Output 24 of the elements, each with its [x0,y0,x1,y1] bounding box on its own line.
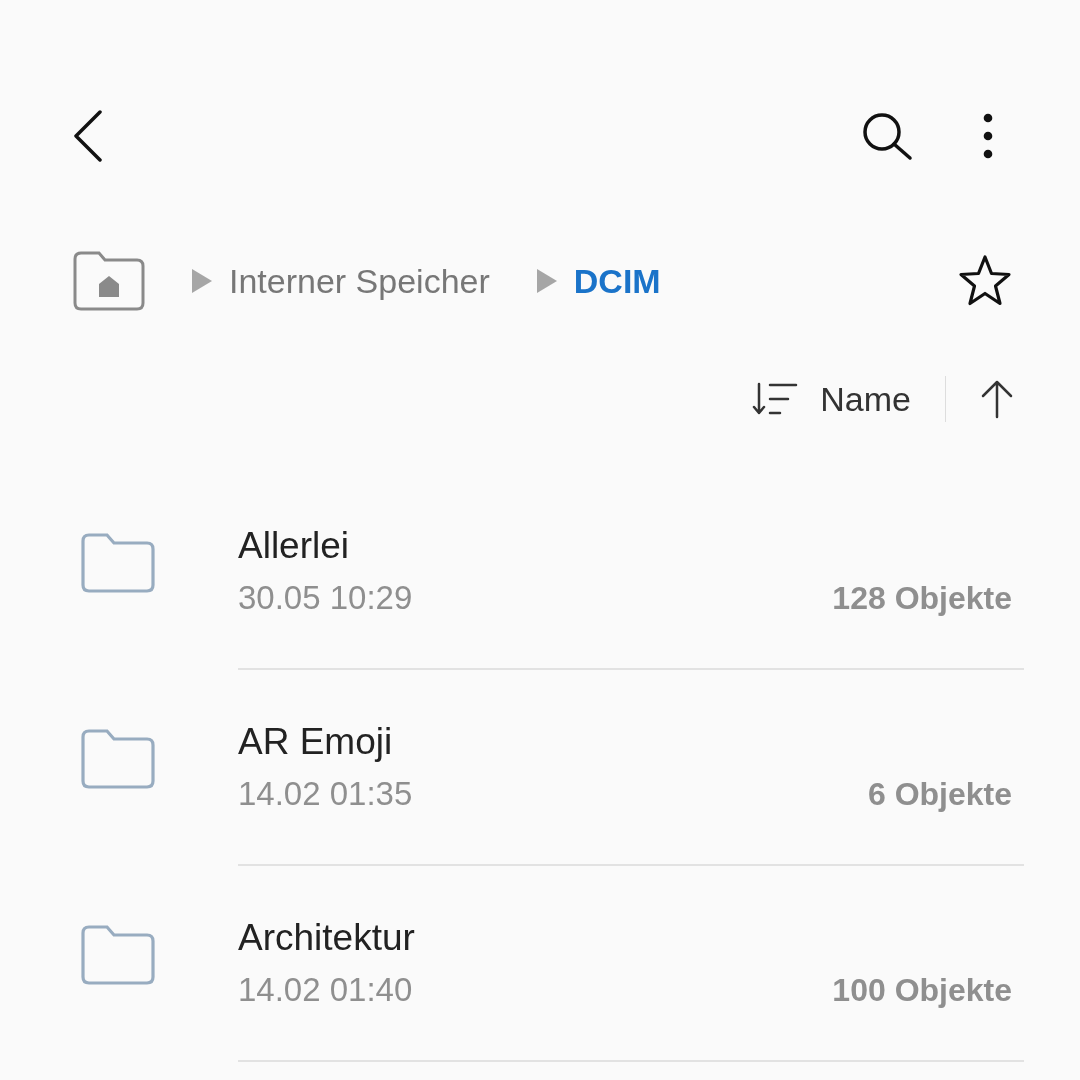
folder-name[interactable]: AR Emoji [238,721,393,762]
sort-icon[interactable] [752,382,799,416]
search-icon[interactable] [861,111,913,161]
folder-date: 14.02 01:40 [238,971,413,1009]
sort-label[interactable]: Name [820,379,911,419]
item-count: 128 Objekte [832,580,1012,617]
folder-icon [81,532,155,594]
star-icon[interactable] [957,254,1013,308]
folder-name[interactable]: Allerlei [238,525,350,566]
folder-icon [81,924,155,986]
breadcrumb-item[interactable]: Interner Speicher [229,261,490,301]
chevron-right-icon [191,268,213,294]
folder-icon [81,728,155,790]
item-count: 6 Objekte [867,776,1012,813]
folder-name[interactable]: Architektur [238,917,415,958]
folder-date: 30.05 10:29 [238,579,413,617]
chevron-right-icon [535,268,558,294]
home-folder-icon[interactable] [73,251,145,311]
arrow-up-icon[interactable] [980,379,1014,419]
folder-date: 14.02 01:35 [238,775,413,813]
item-count: 100 Objekte [832,972,1012,1009]
back-icon[interactable] [72,110,104,162]
more-options-icon[interactable] [983,113,993,159]
breadcrumb-item[interactable]: DCIM [573,261,661,301]
